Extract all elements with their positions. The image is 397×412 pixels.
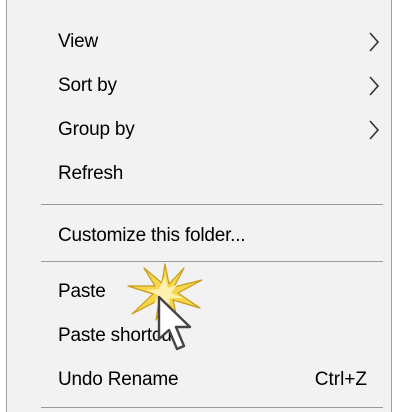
- menu-separator: [41, 261, 383, 262]
- menu-item-label: Paste: [58, 281, 106, 302]
- menu-item-label: View: [58, 31, 99, 52]
- menu-item-paste[interactable]: Paste: [7, 274, 391, 310]
- menu-item-label: Paste shortcut: [58, 325, 177, 346]
- menu-item-group-by[interactable]: Group by: [7, 112, 391, 148]
- menu-item-label: Sort by: [58, 75, 117, 96]
- menu-item-label: Undo Rename: [58, 369, 179, 390]
- chevron-right-icon: [369, 76, 380, 96]
- menu-item-undo-rename[interactable]: Undo Rename Ctrl+Z: [7, 362, 391, 398]
- menu-item-sort-by[interactable]: Sort by: [7, 68, 391, 104]
- chevron-right-icon: [369, 120, 380, 140]
- context-menu: View Sort by Group by Refresh Customize …: [6, 0, 392, 412]
- menu-item-label: Customize this folder...: [58, 225, 246, 246]
- chevron-right-icon: [369, 32, 380, 52]
- menu-item-view[interactable]: View: [7, 24, 391, 60]
- menu-separator: [41, 407, 383, 408]
- menu-item-label: Refresh: [58, 163, 124, 184]
- menu-item-label: Group by: [58, 119, 135, 140]
- menu-item-refresh[interactable]: Refresh: [7, 156, 391, 192]
- menu-separator: [41, 204, 383, 205]
- menu-item-paste-shortcut[interactable]: Paste shortcut: [7, 318, 391, 354]
- menu-item-shortcut: Ctrl+Z: [314, 369, 367, 390]
- menu-item-customize-folder[interactable]: Customize this folder...: [7, 218, 391, 254]
